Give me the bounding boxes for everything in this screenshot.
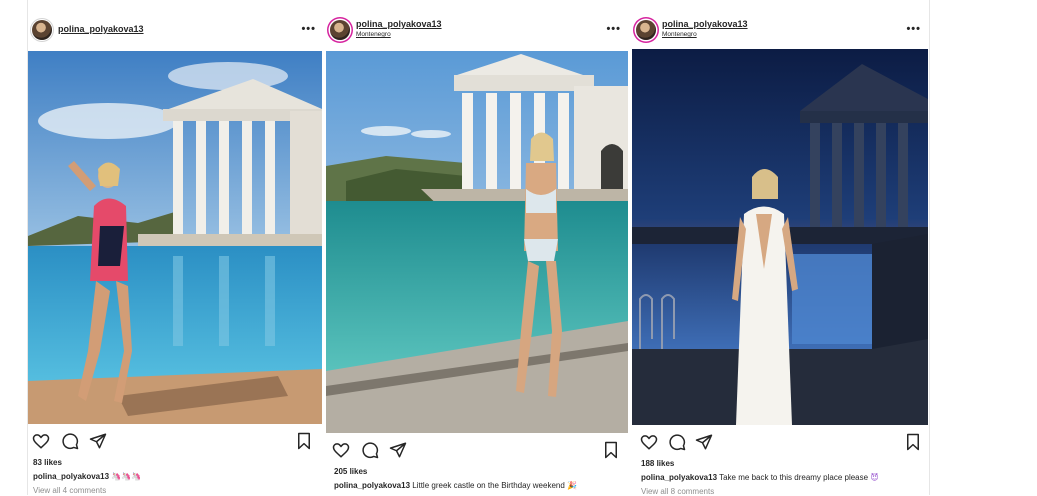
post-actions	[632, 433, 929, 453]
post-photo[interactable]	[28, 51, 322, 424]
comment-icon[interactable]	[668, 433, 686, 451]
caption-username[interactable]: polina_polyakova13	[334, 481, 410, 490]
caption-username[interactable]: polina_polyakova13	[33, 472, 109, 481]
share-icon[interactable]	[695, 433, 713, 451]
share-icon[interactable]	[89, 432, 107, 450]
post-username[interactable]: polina_polyakova13	[58, 24, 144, 34]
bookmark-icon[interactable]	[904, 433, 922, 451]
likes-count: 205 likes	[334, 467, 368, 476]
caption-text: Take me back to this dreamy place please	[717, 473, 869, 482]
bookmark-icon[interactable]	[602, 441, 620, 459]
comment-icon[interactable]	[361, 441, 379, 459]
post-header: polina_polyakova13 Montenegro •••	[632, 14, 929, 46]
post-photo[interactable]	[632, 49, 928, 425]
more-options-icon[interactable]: •••	[301, 23, 316, 35]
post-username[interactable]: polina_polyakova13	[356, 19, 442, 29]
post-actions	[28, 432, 324, 452]
avatar[interactable]	[32, 20, 52, 40]
post-actions	[326, 441, 629, 461]
post-2: polina_polyakova13 Montenegro ••• 205 li…	[326, 0, 629, 495]
heart-icon[interactable]	[32, 432, 50, 450]
view-comments-link[interactable]: View all 4 comments	[33, 486, 106, 495]
post-header: polina_polyakova13 •••	[28, 14, 324, 46]
post-username[interactable]: polina_polyakova13	[662, 19, 748, 29]
post-caption: polina_polyakova13 Take me back to this …	[641, 473, 879, 482]
more-options-icon[interactable]: •••	[906, 23, 921, 35]
post-photo[interactable]	[326, 51, 628, 433]
avatar[interactable]	[636, 20, 656, 40]
heart-icon[interactable]	[332, 441, 350, 459]
comment-icon[interactable]	[61, 432, 79, 450]
caption-emoji: 🎉	[567, 481, 577, 490]
share-icon[interactable]	[389, 441, 407, 459]
avatar[interactable]	[330, 20, 350, 40]
post-divider-right	[929, 0, 930, 495]
bookmark-icon[interactable]	[295, 432, 313, 450]
post-1: polina_polyakova13 ••• 83 likes polina_p…	[28, 0, 324, 495]
post-location[interactable]: Montenegro	[662, 31, 697, 38]
more-options-icon[interactable]: •••	[606, 23, 621, 35]
likes-count: 188 likes	[641, 459, 675, 468]
caption-text: Little greek castle on the Birthday week…	[410, 481, 565, 490]
post-caption: polina_polyakova13 Little greek castle o…	[334, 481, 577, 490]
post-location[interactable]: Montenegro	[356, 31, 391, 38]
heart-icon[interactable]	[640, 433, 658, 451]
post-caption: polina_polyakova13 🦄🦄🦄	[33, 472, 141, 481]
caption-emoji: 🦄🦄🦄	[111, 472, 142, 481]
post-3: polina_polyakova13 Montenegro ••• 188 li…	[632, 0, 929, 496]
caption-username[interactable]: polina_polyakova13	[641, 473, 717, 482]
caption-emoji: 😈	[870, 473, 879, 482]
post-header: polina_polyakova13 Montenegro •••	[326, 14, 629, 46]
likes-count: 83 likes	[33, 458, 62, 467]
